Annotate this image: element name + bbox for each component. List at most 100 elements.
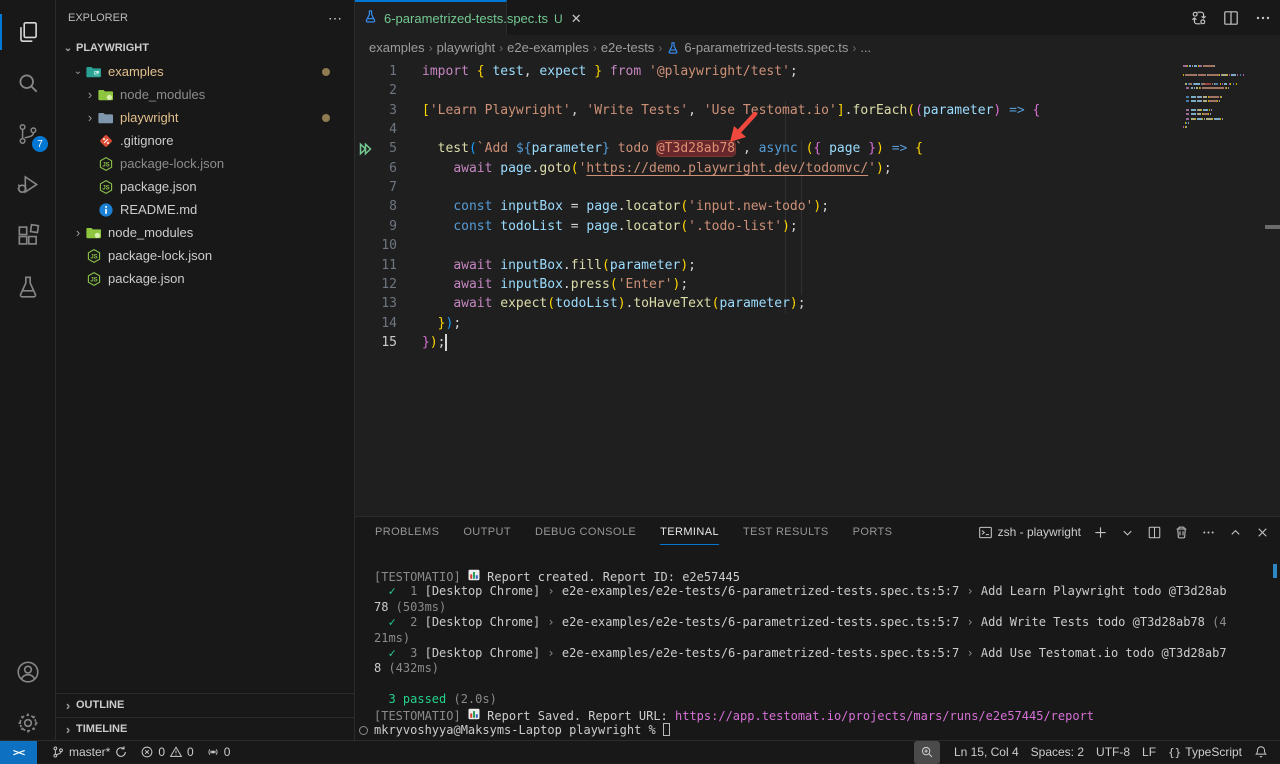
chevron-right-icon: › <box>82 110 98 125</box>
code-line-12[interactable]: 12 await inputBox.press('Enter'); <box>355 275 1280 295</box>
code-text: }); <box>422 314 461 333</box>
trash-icon[interactable] <box>1174 525 1189 540</box>
error-icon <box>140 745 154 759</box>
code-line-6[interactable]: 6 await page.goto('https://demo.playwrig… <box>355 159 1280 179</box>
code-line-2[interactable]: 2 <box>355 81 1280 101</box>
status-eol[interactable]: LF <box>1136 741 1162 764</box>
panel-tab-terminal[interactable]: TERMINAL <box>660 517 719 547</box>
code-token: . <box>845 103 853 118</box>
tree-item-node_modules[interactable]: ›node_modules <box>56 83 354 106</box>
terminal-text <box>374 646 388 660</box>
chevron-right-icon: › <box>82 87 98 102</box>
code-line-15[interactable]: 15}); <box>355 333 1280 353</box>
code-token: } <box>602 141 610 156</box>
more-actions-icon[interactable] <box>1254 9 1272 27</box>
terminal-line: 8 (432ms) <box>374 661 1264 676</box>
activity-source-control-icon[interactable]: 7 <box>0 110 56 158</box>
tree-item-package.json[interactable]: JSpackage.json <box>56 175 354 198</box>
code-line-5[interactable]: 5 test(`Add ${parameter} todo @T3d28ab78… <box>355 139 1280 159</box>
terminal-text: › <box>966 615 980 629</box>
code-token: => <box>1009 103 1025 118</box>
code-token: } <box>586 64 602 79</box>
activity-bar: 7 <box>0 0 56 740</box>
explorer-more-actions-icon[interactable]: ⋯ <box>328 10 342 27</box>
terminal-text: 3 passed <box>374 692 446 706</box>
panel-tab-test-results[interactable]: TEST RESULTS <box>743 517 829 547</box>
terminal-text[interactable]: https://app.testomat.io/projects/mars/ru… <box>675 709 1094 723</box>
remote-indicator[interactable]: >< <box>0 741 37 764</box>
tree-item-package-lock.json[interactable]: JSpackage-lock.json <box>56 244 354 267</box>
code-token: goto <box>539 161 570 176</box>
sidebar-section-outline[interactable]: ›OUTLINE <box>56 693 355 716</box>
code-editor[interactable]: 1import { test, expect } from '@playwrig… <box>355 62 1280 516</box>
code-line-11[interactable]: 11 await inputBox.fill(parameter); <box>355 256 1280 276</box>
settings-gear-icon <box>15 710 41 736</box>
activity-extensions-icon[interactable] <box>0 212 56 260</box>
status-git-branch[interactable]: master* <box>45 741 134 764</box>
status-notifications[interactable] <box>1248 741 1274 764</box>
breadcrumb-item-examples[interactable]: examples <box>369 40 425 55</box>
status-indentation[interactable]: Spaces: 2 <box>1025 741 1090 764</box>
breadcrumb-file[interactable]: 6-parametrized-tests.spec.ts <box>666 40 848 55</box>
code-line-4[interactable]: 4 <box>355 120 1280 140</box>
code-line-7[interactable]: 7 <box>355 178 1280 198</box>
panel-tab-debug-console[interactable]: DEBUG CONSOLE <box>535 517 636 547</box>
code-line-14[interactable]: 14 }); <box>355 314 1280 334</box>
split-editor-icon[interactable] <box>1222 9 1240 27</box>
code-line-3[interactable]: 3['Learn Playwright', 'Write Tests', 'Us… <box>355 101 1280 121</box>
terminal-shell-label[interactable]: zsh - playwright <box>978 525 1081 540</box>
terminal-scrollbar[interactable] <box>1273 564 1277 578</box>
status-encoding[interactable]: UTF-8 <box>1090 741 1136 764</box>
tree-item-README.md[interactable]: README.md <box>56 198 354 221</box>
tree-item-playwright[interactable]: ›playwright <box>56 106 354 129</box>
panel-tab-ports[interactable]: PORTS <box>853 517 893 547</box>
breadcrumb-item-e2e-tests[interactable]: e2e-tests <box>601 40 654 55</box>
tab-6-parametrized-tests[interactable]: 6-parametrized-tests.spec.ts U ✕ <box>355 0 507 35</box>
status-problems[interactable]: 00 <box>134 741 199 764</box>
status-broadcast[interactable]: 0 <box>200 741 237 764</box>
gitignore-icon <box>98 133 114 149</box>
terminal-line: 21ms) <box>374 631 1264 646</box>
breadcrumb-tail[interactable]: ... <box>860 40 871 55</box>
breadcrumb-item-playwright[interactable]: playwright <box>437 40 496 55</box>
activity-files-icon[interactable] <box>0 8 56 56</box>
tree-item-.gitignore[interactable]: .gitignore <box>56 129 354 152</box>
chevron-down-icon[interactable] <box>1120 525 1135 540</box>
line-number: 7 <box>355 178 397 197</box>
code-line-8[interactable]: 8 const inputBox = page.locator('input.n… <box>355 197 1280 217</box>
beaker-icon <box>363 9 384 29</box>
minimap[interactable] <box>1183 65 1247 131</box>
plus-icon[interactable] <box>1093 525 1108 540</box>
panel-tab-problems[interactable]: PROBLEMS <box>375 517 439 547</box>
status-cursor-position[interactable]: Ln 15, Col 4 <box>948 741 1025 764</box>
status-language-mode[interactable]: {}TypeScript <box>1162 741 1248 764</box>
code-line-9[interactable]: 9 const todoList = page.locator('.todo-l… <box>355 217 1280 237</box>
activity-testing-beaker-icon[interactable] <box>0 263 56 311</box>
workspace-section-playwright[interactable]: ⌄ PLAYWRIGHT <box>56 36 354 60</box>
code-line-10[interactable]: 10 <box>355 236 1280 256</box>
status-zoom-indicator[interactable] <box>914 741 940 764</box>
run-test-icon[interactable] <box>357 141 373 157</box>
code-line-1[interactable]: 1import { test, expect } from '@playwrig… <box>355 62 1280 82</box>
tree-item-package-lock.json[interactable]: JSpackage-lock.json <box>56 152 354 175</box>
terminal-text: [Desktop Chrome] <box>425 584 548 598</box>
code-line-13[interactable]: 13 await expect(todoList).toHaveText(par… <box>355 294 1280 314</box>
tree-item-package.json[interactable]: JSpackage.json <box>56 267 354 290</box>
tree-item-node_modules[interactable]: ›node_modules <box>56 221 354 244</box>
activity-account-icon[interactable] <box>0 648 56 696</box>
panel-tab-output[interactable]: OUTPUT <box>463 517 511 547</box>
chevron-up-icon[interactable] <box>1228 525 1243 540</box>
split-panel-icon[interactable] <box>1147 525 1162 540</box>
compare-changes-icon[interactable] <box>1190 9 1208 27</box>
close-icon[interactable] <box>1255 525 1270 540</box>
more-actions-icon[interactable] <box>1201 525 1216 540</box>
sidebar-section-timeline[interactable]: ›TIMELINE <box>56 717 355 740</box>
breadcrumb-item-e2e-examples[interactable]: e2e-examples <box>507 40 589 55</box>
activity-run-debug-icon[interactable] <box>0 161 56 209</box>
tree-item-examples[interactable]: ⌄examples <box>56 60 354 83</box>
terminal-output[interactable]: [TESTOMATIO] Report created. Report ID: … <box>374 569 1264 738</box>
close-tab-icon[interactable]: ✕ <box>571 11 582 27</box>
text-cursor <box>445 334 447 351</box>
line-number: 15 <box>355 333 397 352</box>
activity-search-icon[interactable] <box>0 59 56 107</box>
